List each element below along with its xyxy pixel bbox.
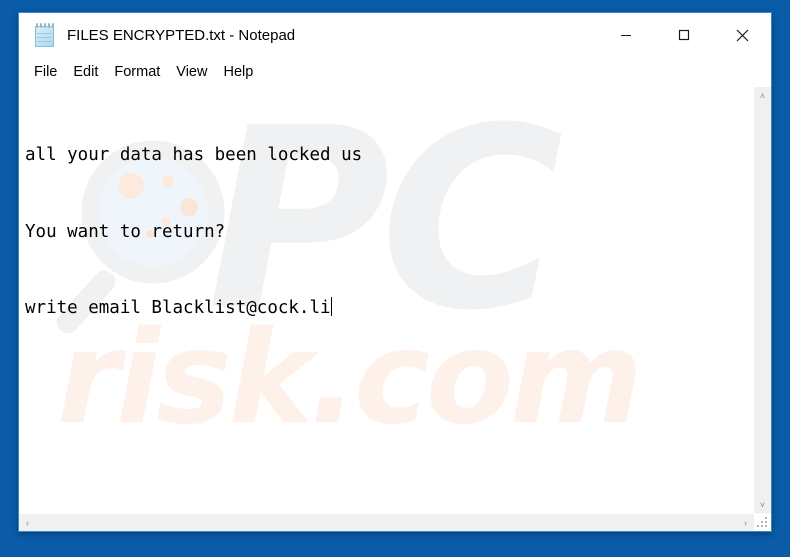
scroll-up-button[interactable]: ˄	[754, 87, 771, 104]
window-controls	[597, 13, 771, 57]
text-editor[interactable]: PC risk.com all your data has been locke…	[19, 87, 753, 513]
menu-item-view[interactable]: View	[168, 61, 215, 84]
scroll-down-button[interactable]: ˅	[754, 496, 771, 513]
resize-grip[interactable]	[754, 513, 771, 530]
text-line-3: write email Blacklist@cock.li	[25, 298, 331, 318]
text-caret	[330, 297, 332, 316]
menu-item-file[interactable]: File	[26, 61, 65, 84]
desktop-background: FILES ENCRYPTED.txt - Notepad File Edit …	[0, 0, 790, 557]
text-line-2: You want to return?	[25, 221, 226, 242]
minimize-button[interactable]	[597, 13, 655, 57]
scroll-left-button[interactable]: ‹	[19, 514, 36, 531]
ransom-note-text[interactable]: all your data has been locked us You wan…	[19, 87, 753, 373]
bottom-scroll-row: ‹ ›	[19, 513, 771, 531]
maximize-icon	[678, 29, 690, 41]
menu-bar: File Edit Format View Help	[19, 57, 771, 87]
notepad-window: FILES ENCRYPTED.txt - Notepad File Edit …	[18, 12, 772, 532]
close-icon	[736, 29, 748, 41]
menu-item-edit[interactable]: Edit	[65, 61, 106, 84]
editor-area: PC risk.com all your data has been locke…	[19, 87, 771, 531]
notepad-icon	[34, 22, 57, 50]
text-line-3-wrapper: write email Blacklist@cock.li	[25, 296, 753, 322]
window-title: FILES ENCRYPTED.txt - Notepad	[67, 26, 296, 44]
menu-item-format[interactable]: Format	[106, 61, 168, 84]
text-line-1: all your data has been locked us	[25, 145, 363, 165]
horizontal-scrollbar[interactable]: ‹ ›	[19, 513, 754, 531]
title-bar[interactable]: FILES ENCRYPTED.txt - Notepad	[19, 13, 771, 57]
minimize-icon	[621, 35, 631, 36]
menu-item-help[interactable]: Help	[215, 61, 261, 84]
close-button[interactable]	[713, 13, 771, 57]
vertical-scrollbar[interactable]: ˄ ˅	[753, 87, 771, 513]
maximize-button[interactable]	[655, 13, 713, 57]
scroll-right-button[interactable]: ›	[737, 514, 754, 531]
horizontal-scroll-track[interactable]	[36, 514, 737, 531]
